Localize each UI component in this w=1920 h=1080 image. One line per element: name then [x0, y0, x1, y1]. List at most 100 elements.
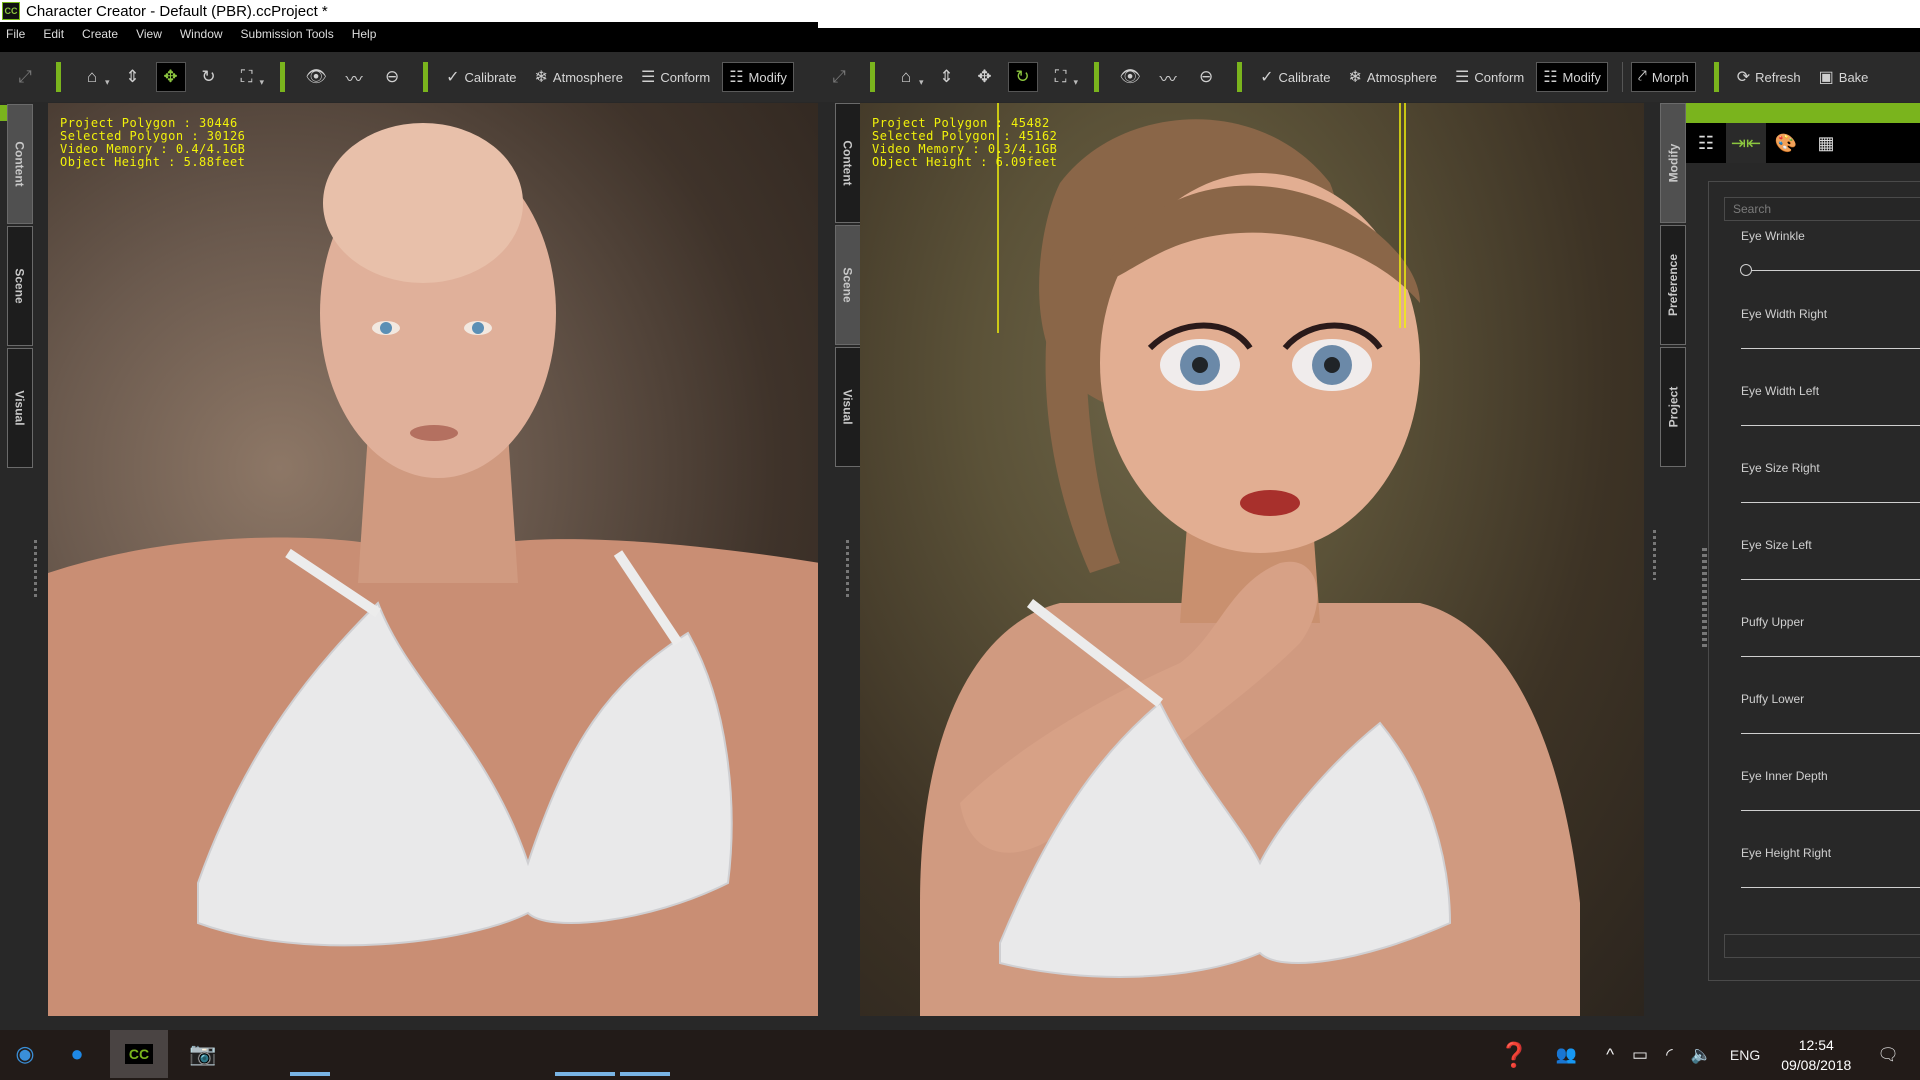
clock-date: 09/08/2018 — [1781, 1057, 1852, 1073]
search-input[interactable]: Search — [1724, 197, 1920, 221]
menu-view[interactable]: View — [136, 27, 162, 41]
side-tab-preference[interactable]: Preference — [1660, 225, 1686, 345]
slider-track[interactable] — [1741, 656, 1920, 657]
atmosphere-button[interactable]: ❄ Atmosphere — [529, 62, 630, 92]
lips-view-icon[interactable]: 〰 — [339, 62, 369, 92]
main-toolbar: ⤢ ⌂ ▾ ⇕ ✥ ↻ ⛶ ▾ 👁 〰 ⊖ ✓ Calibrate ❄ Atmosphe… — [0, 52, 820, 102]
right-side-tabs: Modify Preference Project — [1660, 103, 1686, 469]
lips-view-icon[interactable]: 〰 — [1153, 62, 1183, 92]
slider-track[interactable] — [1741, 502, 1920, 503]
slider-track[interactable] — [1741, 733, 1920, 734]
atmosphere-button[interactable]: ❄ Atmosphere — [1343, 62, 1444, 92]
panel-footer-field[interactable] — [1724, 934, 1920, 958]
eye-view-icon[interactable]: 👁 — [1115, 62, 1145, 92]
side-tab-content[interactable]: Content — [835, 103, 861, 223]
slider-track[interactable] — [1741, 579, 1920, 580]
chevron-down-icon[interactable]: ▾ — [105, 77, 110, 88]
panel-resize-grip[interactable] — [846, 540, 849, 600]
modify-button[interactable]: ☷ Modify — [1536, 62, 1608, 92]
panel-resize-grip[interactable] — [1653, 530, 1656, 580]
face-view-icon[interactable]: ⊖ — [377, 62, 407, 92]
menu-window[interactable]: Window — [180, 27, 223, 41]
home-camera-icon[interactable]: ⌂ — [891, 62, 921, 92]
camera-pan-icon[interactable]: ✥ — [970, 62, 1000, 92]
taskbar-app-thunderbird[interactable]: ◉ — [0, 1030, 50, 1078]
slider-track[interactable] — [1741, 270, 1920, 271]
chevron-down-icon[interactable]: ▾ — [1074, 77, 1079, 88]
system-clock[interactable]: 12:54 09/08/2018 — [1781, 1035, 1851, 1075]
camera-orbit-icon[interactable]: ↻ — [1007, 62, 1038, 92]
bake-button[interactable]: ▣ Bake — [1813, 62, 1875, 92]
panel-scroll-grip[interactable] — [1702, 548, 1707, 648]
menu-submission-tools[interactable]: Submission Tools — [241, 27, 334, 41]
viewport-3d-left[interactable]: Project Polygon : 30446 Selected Polygon … — [48, 103, 820, 1016]
character-render-stylized — [920, 103, 1580, 1016]
slider-eye-inner-depth: Eye Inner Depth — [1741, 769, 1920, 811]
side-tab-scene[interactable]: Scene — [835, 225, 861, 345]
toolbar-separator — [1713, 62, 1719, 92]
slider-puffy-upper: Puffy Upper — [1741, 615, 1920, 657]
slider-list-container: Search Eye Wrinkle Eye Width Right Eye W… — [1708, 181, 1920, 981]
menu-create[interactable]: Create — [82, 27, 118, 41]
camera-orbit-icon[interactable]: ↻ — [194, 62, 224, 92]
conform-button[interactable]: ☰ Conform — [1449, 62, 1530, 92]
people-icon[interactable]: 👥 — [1556, 1045, 1577, 1065]
taskbar-active-indicator — [555, 1072, 615, 1076]
camera-dolly-icon[interactable]: ⇕ — [932, 62, 962, 92]
maximize-viewport-icon[interactable]: ⤢ — [10, 62, 40, 92]
side-tab-content[interactable]: Content — [7, 104, 33, 224]
title-bar: CC Character Creator - Default (PBR).ccP… — [0, 0, 820, 22]
camera-pan-icon[interactable]: ✥ — [155, 62, 186, 92]
frame-selected-icon[interactable]: ⛶ — [232, 62, 262, 92]
conform-button[interactable]: ☰ Conform — [635, 62, 716, 92]
slider-track[interactable] — [1741, 425, 1920, 426]
taskbar-app-edge[interactable]: ● — [52, 1030, 102, 1078]
volume-icon[interactable]: 🔈 — [1691, 1045, 1712, 1065]
eye-view-icon[interactable]: 👁 — [301, 62, 331, 92]
active-tab-indicator — [0, 105, 7, 121]
taskbar-app-character-creator[interactable]: CC — [110, 1030, 168, 1078]
battery-icon[interactable]: ▭ — [1632, 1045, 1648, 1065]
side-tab-project[interactable]: Project — [1660, 347, 1686, 467]
maximize-viewport-icon[interactable]: ⤢ — [824, 62, 854, 92]
morph-button[interactable]: ⤤ Morph — [1630, 62, 1696, 92]
morph-adjust-icon[interactable]: ⇥⇤ — [1726, 123, 1766, 163]
atmosphere-icon: ❄ — [534, 69, 548, 86]
help-info-icon[interactable]: ❓ — [1499, 1041, 1529, 1070]
slider-label: Eye Width Left — [1741, 384, 1820, 398]
refresh-button[interactable]: ⟳ Refresh — [1731, 62, 1807, 92]
slider-track[interactable] — [1741, 348, 1920, 349]
chevron-down-icon[interactable]: ▾ — [919, 77, 924, 88]
menu-edit[interactable]: Edit — [43, 27, 64, 41]
panel-resize-grip[interactable] — [34, 540, 37, 600]
home-camera-icon[interactable]: ⌂ — [77, 62, 107, 92]
language-indicator[interactable]: ENG — [1730, 1047, 1760, 1063]
side-tab-scene[interactable]: Scene — [7, 226, 33, 346]
frame-selected-icon[interactable]: ⛶ — [1046, 62, 1076, 92]
slider-label: Eye Inner Depth — [1741, 769, 1828, 783]
calibrate-button[interactable]: ✓ Calibrate — [440, 62, 522, 92]
camera-dolly-icon[interactable]: ⇕ — [118, 62, 148, 92]
calibrate-button[interactable]: ✓ Calibrate — [1254, 62, 1336, 92]
chevron-down-icon[interactable]: ▾ — [260, 77, 265, 88]
chevron-up-icon[interactable]: ^ — [1606, 1045, 1614, 1065]
menu-help[interactable]: Help — [352, 27, 377, 41]
face-view-icon[interactable]: ⊖ — [1191, 62, 1221, 92]
action-center-icon[interactable]: 🗨 — [1877, 1045, 1899, 1065]
slider-track[interactable] — [1741, 887, 1920, 888]
toolbar-separator — [423, 62, 429, 92]
slider-track[interactable] — [1741, 810, 1920, 811]
viewport-3d-right[interactable]: Project Polygon : 45482 Selected Polygon … — [860, 103, 1644, 1016]
modify-button[interactable]: ☷ Modify — [722, 62, 794, 92]
slider-handle[interactable] — [1740, 264, 1752, 276]
menu-file[interactable]: File — [6, 27, 25, 41]
wifi-icon[interactable]: ◜ — [1666, 1045, 1673, 1065]
texture-checker-icon[interactable]: ▦ — [1806, 123, 1846, 163]
modify-sliders-icon[interactable]: ☷ — [1686, 123, 1726, 163]
side-tab-visual[interactable]: Visual — [835, 347, 861, 467]
side-tab-modify[interactable]: Modify — [1660, 103, 1686, 223]
taskbar-app-camera[interactable]: 📷 — [178, 1030, 228, 1078]
modify-panel: ☷ ⇥⇤ 🎨 ▦ Search Eye Wrinkle Eye Width Ri… — [1686, 103, 1920, 1020]
side-tab-visual[interactable]: Visual — [7, 348, 33, 468]
appearance-palette-icon[interactable]: 🎨 — [1766, 123, 1806, 163]
